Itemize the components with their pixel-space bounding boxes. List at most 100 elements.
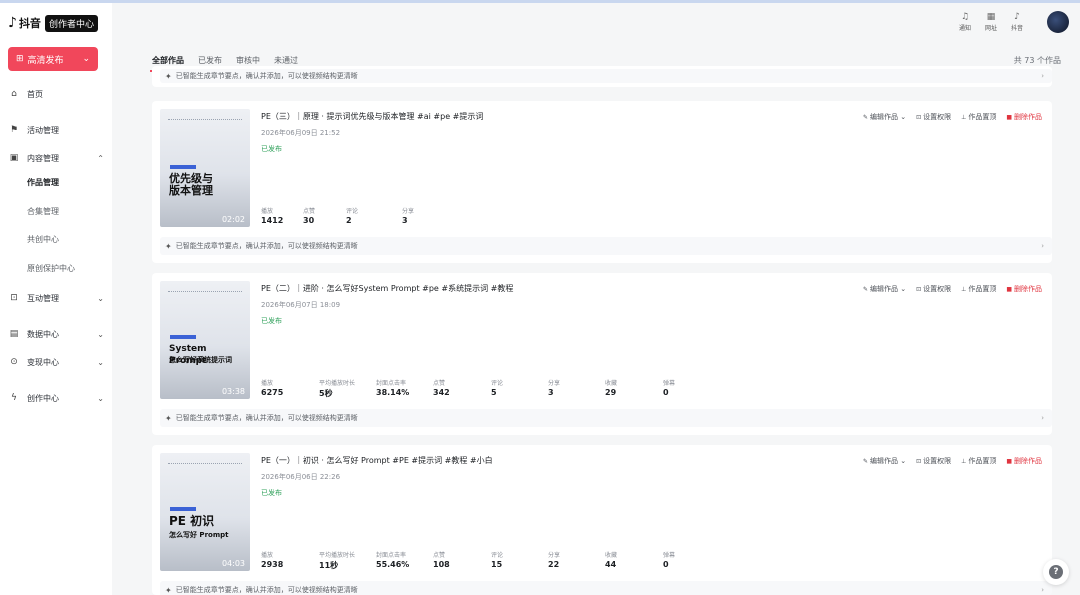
work-card: System Prompt 怎么写好系统提示词 03:38 PE（二）｜进阶 ·…	[152, 273, 1052, 435]
work-title[interactable]: PE（一）｜初识 · 怎么写好 Prompt #PE #提示词 #教程 #小白	[261, 455, 493, 466]
stat-label: 播放	[261, 380, 274, 387]
work-time: 2026年06月09日 21:52	[261, 129, 341, 137]
stat-label: 评论	[491, 552, 504, 559]
chevron-down-icon[interactable]: ⌄	[82, 54, 90, 64]
stat: 平均播放时长 11秒	[319, 550, 376, 571]
permission-button[interactable]: ⊡ 设置权限	[916, 284, 951, 294]
thumb-tag	[170, 335, 196, 339]
video-thumbnail[interactable]: System Prompt 怎么写好系统提示词 03:38	[160, 281, 250, 399]
publish-button[interactable]: ⊞ 高清发布 ⌄	[8, 47, 98, 71]
help-button[interactable]: ?	[1043, 559, 1069, 585]
avatar[interactable]	[1047, 11, 1069, 33]
logo[interactable]: ♪ 抖音 创作者中心	[8, 13, 98, 33]
stat-label: 收藏	[605, 380, 618, 387]
edit-icon: ✎	[862, 114, 868, 121]
nav-sub-original-protect[interactable]: 原创保护中心	[27, 263, 75, 274]
help-icon: ?	[1049, 565, 1063, 579]
delete-label: 删除作品	[1014, 113, 1042, 121]
douyin-logo-icon: ♪	[8, 15, 17, 31]
nav-item-activity[interactable]: ⚑ 活动管理	[8, 122, 104, 138]
qr-icon: ▦	[986, 12, 996, 22]
stat-label: 评论	[346, 208, 359, 215]
delete-button[interactable]: ■ 删除作品	[1006, 456, 1042, 466]
chapter-hint[interactable]: ✦ 已智能生成章节要点，确认并添加，可以使视频结构更清晰 ›	[160, 581, 1052, 595]
chevron-right-icon: ›	[1041, 414, 1044, 422]
delete-button[interactable]: ■ 删除作品	[1006, 112, 1042, 122]
delete-button[interactable]: ■ 删除作品	[1006, 284, 1042, 294]
video-thumbnail[interactable]: 优先级与 版本管理 02:02	[160, 109, 250, 227]
permission-label: 设置权限	[923, 113, 952, 121]
upload-icon: ⊞	[16, 54, 24, 64]
work-card: 优先级与 版本管理 02:02 PE（三）｜原理 · 提示词优先级与版本管理 #…	[152, 101, 1052, 263]
stat-label: 分享	[402, 208, 415, 215]
stat-label: 点赞	[433, 380, 446, 387]
lock-icon: ⊡	[916, 286, 922, 293]
stat-value: 108	[433, 560, 450, 569]
nav-label: 互动管理	[27, 293, 59, 303]
chevron-right-icon: ›	[1041, 586, 1044, 594]
stat-value: 3	[402, 216, 408, 225]
nav-item-monetize[interactable]: ⊙ 变现中心 ⌄	[8, 354, 104, 370]
work-time: 2026年06月07日 18:09	[261, 301, 341, 309]
edit-button[interactable]: ✎ 编辑作品 ⌄	[863, 284, 906, 294]
monetize-icon: ⊙	[10, 357, 18, 367]
video-thumbnail[interactable]: PE 初识 怎么写好 Prompt 04:03	[160, 453, 250, 571]
stat: 点赞 108	[433, 550, 491, 571]
nav-sub-cocreate[interactable]: 共创中心	[27, 234, 59, 245]
web-button[interactable]: ▦ 网址	[978, 12, 1004, 32]
stat: 收藏 29	[605, 378, 663, 399]
header: ♫ 通知 ▦ 网址 ♪ 抖音	[112, 3, 1080, 41]
stat: 分享 3	[548, 378, 605, 399]
edit-icon: ✎	[862, 286, 868, 293]
permission-button[interactable]: ⊡ 设置权限	[916, 456, 951, 466]
chapter-hint[interactable]: ✦ 已智能生成章节要点，确认并添加，可以使视频结构更清晰 ›	[160, 237, 1052, 255]
nav-item-data[interactable]: ▤ 数据中心 ⌄	[8, 326, 104, 342]
douyin-button[interactable]: ♪ 抖音	[1004, 12, 1030, 32]
edit-button[interactable]: ✎ 编辑作品 ⌄	[863, 112, 906, 122]
stat-label: 封面点击率	[376, 380, 407, 387]
sparkle-icon: ✦	[165, 241, 172, 251]
stat: 弹幕 0	[663, 550, 723, 571]
edit-button[interactable]: ✎ 编辑作品 ⌄	[863, 456, 906, 466]
pin-button[interactable]: ⊥ 作品置顶	[961, 284, 996, 294]
pin-button[interactable]: ⊥ 作品置顶	[961, 112, 996, 122]
pin-button[interactable]: ⊥ 作品置顶	[961, 456, 996, 466]
permission-button[interactable]: ⊡ 设置权限	[916, 112, 951, 122]
lightning-icon: ϟ	[11, 393, 17, 403]
nav-item-interaction[interactable]: ⊡ 互动管理 ⌄	[8, 290, 104, 306]
tab-rejected[interactable]: 未通过	[274, 55, 298, 66]
edit-icon: ✎	[862, 458, 868, 465]
thumb-title-2: 怎么写好 Prompt	[169, 531, 229, 539]
status-badge: 已发布	[261, 489, 282, 497]
nav-label: 创作中心	[27, 393, 59, 403]
nav-item-content[interactable]: ▣ 内容管理 ⌃	[8, 150, 104, 166]
thumb-decor	[168, 463, 242, 466]
stat-value: 5秒	[319, 389, 333, 398]
tab-reviewing[interactable]: 审核中	[236, 55, 260, 66]
chapter-hint[interactable]: ✦ 已智能生成章节要点，确认并添加，可以使视频结构更清晰 ›	[160, 409, 1052, 427]
stat: 评论 15	[491, 550, 548, 571]
stat-label: 播放	[261, 208, 274, 215]
nav-item-create[interactable]: ϟ 创作中心 ⌄	[8, 390, 104, 406]
tab-all[interactable]: 全部作品	[150, 55, 186, 72]
nav-sub-collections[interactable]: 合集管理	[27, 206, 59, 217]
work-title[interactable]: PE（三）｜原理 · 提示词优先级与版本管理 #ai #pe #提示词	[261, 111, 483, 122]
chapter-hint[interactable]: ✦ 已智能生成章节要点，确认并添加，可以使视频结构更清晰 ›	[160, 69, 1052, 83]
stat: 分享 3	[402, 206, 462, 225]
douyin-icon: ♪	[1014, 12, 1020, 22]
work-actions: ✎ 编辑作品 ⌄ ⊡ 设置权限 ⊥ 作品置顶 ■ 删除作品	[863, 112, 1052, 122]
pin-icon: ⊥	[961, 286, 967, 293]
stat-value: 342	[433, 388, 450, 397]
work-title[interactable]: PE（二）｜进阶 · 怎么写好System Prompt #pe #系统提示词 …	[261, 283, 513, 294]
nav-item-home[interactable]: ⌂ 首页	[8, 86, 104, 102]
chevron-down-icon: ⌄	[97, 293, 104, 303]
stat: 弹幕 0	[663, 378, 723, 399]
douyin-label: 抖音	[1010, 25, 1023, 32]
pin-label: 作品置顶	[968, 457, 997, 465]
nav-sub-works[interactable]: 作品管理	[27, 177, 59, 188]
nav-label: 变现中心	[27, 357, 59, 367]
stat-value: 30	[303, 216, 315, 225]
tab-published[interactable]: 已发布	[198, 55, 222, 66]
notify-button[interactable]: ♫ 通知	[952, 12, 978, 32]
stat-value: 3	[548, 388, 554, 397]
